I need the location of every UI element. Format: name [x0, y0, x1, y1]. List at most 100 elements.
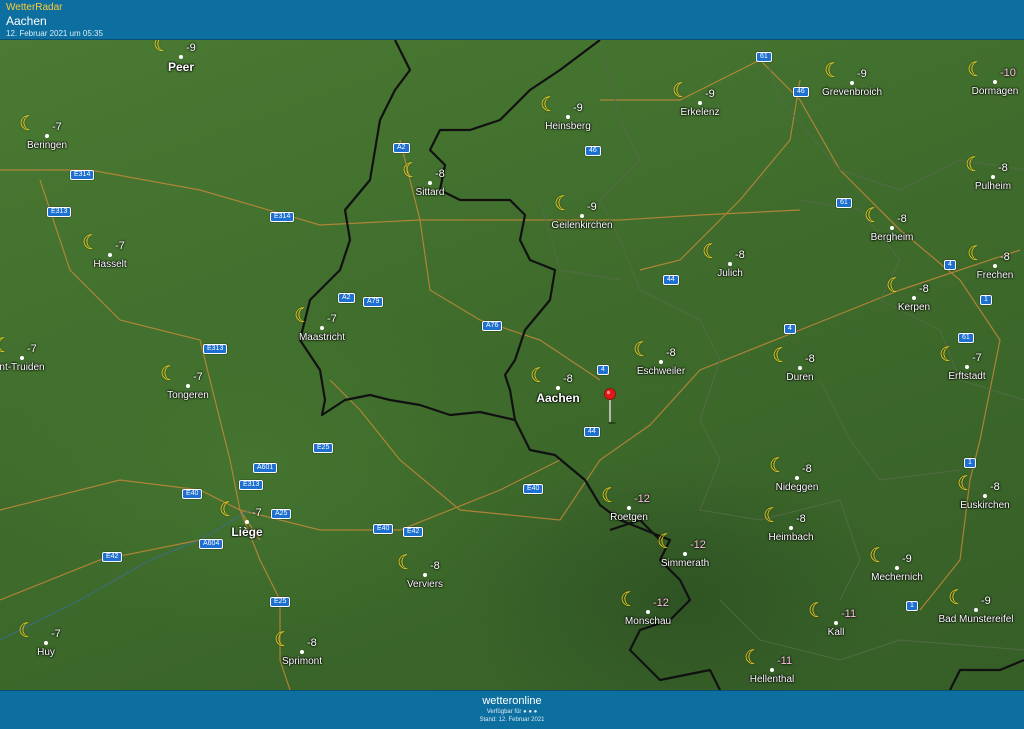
- location-pin-icon[interactable]: [603, 388, 617, 424]
- temperature-label: -7: [51, 628, 61, 640]
- location-dot: [179, 55, 183, 59]
- location-dot: [890, 226, 894, 230]
- place-name: Sittard: [415, 187, 445, 198]
- weather-map[interactable]: 61 46 A2 E314 46 E313 E314 61 4 A2 A79 44 1 E313 A76 61…: [0, 40, 1024, 690]
- place-name: Dormagen: [971, 86, 1019, 97]
- moon-icon: ☾: [601, 485, 619, 507]
- road-shield: E25: [313, 443, 334, 453]
- moon-icon: ☾: [869, 545, 887, 567]
- temperature-label: -8: [563, 373, 573, 385]
- place-name: Sprimont: [281, 656, 323, 667]
- moon-icon: ☾: [824, 60, 842, 82]
- wetteronline-logo[interactable]: wetteronline: [0, 694, 1024, 708]
- road-shield: 61: [958, 333, 974, 343]
- road-shield: 1: [964, 458, 976, 468]
- place-name: Pulheim: [974, 181, 1012, 192]
- temperature-label: -8: [919, 283, 929, 295]
- place-name: Heinsberg: [545, 121, 591, 132]
- place-name: Huy: [37, 647, 55, 658]
- temperature-label: -9: [186, 42, 196, 54]
- footer-bar: wetteronline Verfügbar für ● ● ● Stand: …: [0, 690, 1024, 729]
- place-name: Kall: [827, 627, 845, 638]
- place-name: Julich: [717, 268, 743, 279]
- location-dot: [965, 365, 969, 369]
- place-name: Beringen: [26, 140, 68, 151]
- place-name: Grevenbroich: [821, 87, 883, 98]
- place-name: Mechernich: [871, 572, 923, 583]
- road-shield: A25: [271, 509, 292, 519]
- road-shield: E314: [270, 212, 295, 222]
- location-dot: [627, 506, 631, 510]
- place-name: Duren: [786, 372, 814, 383]
- moon-icon: ☾: [886, 275, 904, 297]
- place-name: Erkelenz: [680, 107, 720, 118]
- temperature-label: -7: [972, 352, 982, 364]
- moon-icon: ☾: [402, 160, 420, 182]
- place-name: Heimbach: [768, 532, 814, 543]
- location-dot: [659, 360, 663, 364]
- place-name: Bad Munstereifel: [938, 614, 1014, 625]
- road-shield: E40: [182, 489, 203, 499]
- place-name: Liège: [231, 525, 263, 539]
- location-dot: [20, 356, 24, 360]
- road-shield: E40: [523, 484, 544, 494]
- road-shield: A604: [199, 539, 224, 549]
- place-name: Frechen: [976, 270, 1014, 281]
- moon-icon: ☾: [554, 193, 572, 215]
- road-shield: E42: [403, 527, 424, 537]
- place-name: Euskirchen: [960, 500, 1010, 511]
- place-name: Monschau: [624, 616, 672, 627]
- road-shield: A2: [393, 143, 410, 153]
- temperature-label: -8: [307, 637, 317, 649]
- temperature-label: -10: [1000, 67, 1016, 79]
- place-name: Simmerath: [660, 558, 710, 569]
- location-dot: [698, 101, 702, 105]
- temperature-label: -11: [841, 608, 857, 620]
- temperature-label: -7: [327, 313, 337, 325]
- moon-icon: ☾: [530, 365, 548, 387]
- road-shield: 46: [793, 87, 809, 97]
- location-dot: [895, 566, 899, 570]
- temperature-label: -9: [587, 201, 597, 213]
- place-name: Roetgen: [610, 512, 648, 523]
- moon-icon: ☾: [0, 335, 12, 357]
- moon-icon: ☾: [82, 232, 100, 254]
- place-name: Geilenkirchen: [551, 220, 613, 231]
- temperature-label: -7: [27, 343, 37, 355]
- temperature-label: -7: [115, 240, 125, 252]
- road-shield: A601: [253, 463, 278, 473]
- temperature-label: -9: [902, 553, 912, 565]
- moon-icon: ☾: [397, 552, 415, 574]
- place-name: Verviers: [406, 579, 444, 590]
- location-dot: [770, 668, 774, 672]
- road-shield: 61: [836, 198, 852, 208]
- location-dot: [912, 296, 916, 300]
- moon-icon: ☾: [957, 473, 975, 495]
- moon-icon: ☾: [160, 363, 178, 385]
- header-bar: WetterRadar Aachen 12. Februar 2021 um 0…: [0, 0, 1024, 40]
- location-dot: [993, 80, 997, 84]
- map-lines: [0, 40, 1024, 690]
- location-dot: [993, 264, 997, 268]
- temperature-label: -9: [857, 68, 867, 80]
- road-shield: E313: [203, 344, 228, 354]
- availability-text: Verfügbar für ● ● ●: [486, 709, 538, 715]
- place-name: Hasselt: [93, 259, 127, 270]
- moon-icon: ☾: [18, 620, 36, 642]
- moon-icon: ☾: [948, 587, 966, 609]
- location-dot: [108, 253, 112, 257]
- location-dot: [983, 494, 987, 498]
- location-dot: [44, 641, 48, 645]
- place-name: Tongeren: [167, 390, 209, 401]
- place-name: Bergheim: [870, 232, 914, 243]
- road-shield: E313: [239, 480, 264, 490]
- location-dot: [850, 81, 854, 85]
- place-name: Aachen: [536, 391, 580, 405]
- moon-icon: ☾: [808, 600, 826, 622]
- location-dot: [423, 573, 427, 577]
- location-dot: [795, 476, 799, 480]
- moon-icon: ☾: [939, 344, 957, 366]
- place-name: Erftstadt: [948, 371, 986, 382]
- place-name: Eschweiler: [636, 366, 686, 377]
- temperature-label: -7: [52, 121, 62, 133]
